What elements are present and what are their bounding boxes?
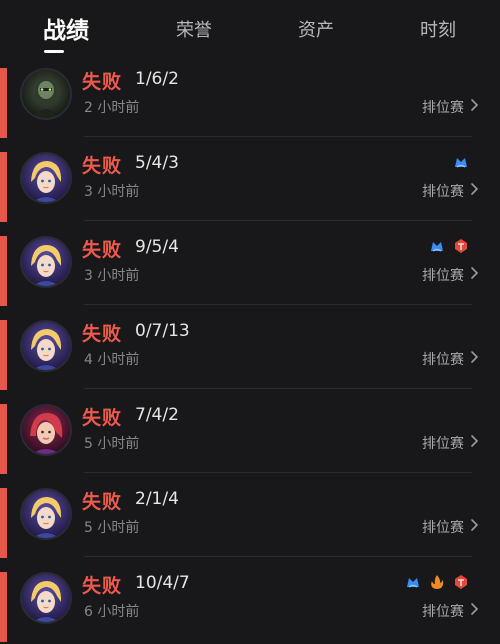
tab-assets[interactable]: 资产 xyxy=(284,0,348,60)
mvp-blue-icon xyxy=(452,153,470,171)
hero-avatar-icon[interactable] xyxy=(22,322,70,370)
kda-score: 9/5/4 xyxy=(135,237,179,257)
chevron-right-icon[interactable] xyxy=(470,517,480,533)
hero-avatar-icon[interactable] xyxy=(22,490,70,538)
chevron-right-icon[interactable] xyxy=(470,349,480,365)
loss-indicator-bar xyxy=(0,236,7,306)
match-time: 6 小时前 xyxy=(84,604,140,620)
tab-honor[interactable]: 荣誉 xyxy=(162,0,226,60)
game-mode: 排位赛 xyxy=(422,436,464,452)
kda-score: 7/4/2 xyxy=(135,405,179,425)
loss-indicator-bar xyxy=(0,404,7,474)
kda-score: 1/6/2 xyxy=(135,69,179,89)
match-row[interactable]: 失败 2/1/4 5 小时前 排位赛 xyxy=(0,480,500,560)
match-result: 失败 xyxy=(82,323,123,345)
match-time: 2 小时前 xyxy=(84,100,140,116)
match-row[interactable]: 失败 0/7/13 4 小时前 排位赛 xyxy=(0,312,500,392)
game-mode: 排位赛 xyxy=(422,100,464,116)
badge-group xyxy=(452,152,470,172)
match-result: 失败 xyxy=(82,575,123,597)
game-mode: 排位赛 xyxy=(422,184,464,200)
match-time: 3 小时前 xyxy=(84,268,140,284)
match-result: 失败 xyxy=(82,491,123,513)
match-time: 3 小时前 xyxy=(84,184,140,200)
chevron-right-icon[interactable] xyxy=(470,433,480,449)
chevron-right-icon[interactable] xyxy=(470,97,480,113)
match-row[interactable]: 失败 7/4/2 5 小时前 排位赛 xyxy=(0,396,500,476)
kda-score: 5/4/3 xyxy=(135,153,179,173)
kda-score: 2/1/4 xyxy=(135,489,179,509)
match-time: 5 小时前 xyxy=(84,520,140,536)
hero-avatar-icon[interactable] xyxy=(22,154,70,202)
mvp-blue-icon xyxy=(428,237,446,255)
match-row[interactable]: 失败 10/4/7 6 小时前 排位赛 xyxy=(0,564,500,644)
match-row[interactable]: 失败 9/5/4 3 小时前 排位赛 xyxy=(0,228,500,308)
tab-moments[interactable]: 时刻 xyxy=(406,0,470,60)
kda-score: 0/7/13 xyxy=(135,321,190,341)
row-divider xyxy=(84,304,472,305)
badge-group xyxy=(404,572,470,592)
match-result: 失败 xyxy=(82,155,123,177)
row-divider xyxy=(84,388,472,389)
tab-bar: 战绩 荣誉 资产 时刻 xyxy=(0,0,500,60)
kill-red-icon xyxy=(452,573,470,591)
loss-indicator-bar xyxy=(0,572,7,642)
match-row[interactable]: 失败 5/4/3 3 小时前 排位赛 xyxy=(0,144,500,224)
game-mode: 排位赛 xyxy=(422,268,464,284)
match-row[interactable]: 失败 1/6/2 2 小时前 排位赛 xyxy=(0,60,500,140)
row-divider xyxy=(84,136,472,137)
match-time: 4 小时前 xyxy=(84,352,140,368)
chevron-right-icon[interactable] xyxy=(470,601,480,617)
kill-red-icon xyxy=(452,237,470,255)
active-tab-indicator xyxy=(44,50,64,53)
kda-score: 10/4/7 xyxy=(135,573,190,593)
fire-orange-icon xyxy=(428,573,446,591)
chevron-right-icon[interactable] xyxy=(470,181,480,197)
loss-indicator-bar xyxy=(0,68,7,138)
game-mode: 排位赛 xyxy=(422,604,464,620)
match-time: 5 小时前 xyxy=(84,436,140,452)
match-result: 失败 xyxy=(82,239,123,261)
row-divider xyxy=(84,220,472,221)
mvp-blue-icon xyxy=(404,573,422,591)
badge-group xyxy=(428,236,470,256)
hero-avatar-icon[interactable] xyxy=(22,70,70,118)
row-divider xyxy=(84,556,472,557)
row-divider xyxy=(84,472,472,473)
game-mode: 排位赛 xyxy=(422,352,464,368)
hero-avatar-icon[interactable] xyxy=(22,406,70,454)
match-result: 失败 xyxy=(82,71,123,93)
hero-avatar-icon[interactable] xyxy=(22,238,70,286)
loss-indicator-bar xyxy=(0,320,7,390)
loss-indicator-bar xyxy=(0,152,7,222)
hero-avatar-icon[interactable] xyxy=(22,574,70,622)
chevron-right-icon[interactable] xyxy=(470,265,480,281)
loss-indicator-bar xyxy=(0,488,7,558)
match-result: 失败 xyxy=(82,407,123,429)
game-mode: 排位赛 xyxy=(422,520,464,536)
